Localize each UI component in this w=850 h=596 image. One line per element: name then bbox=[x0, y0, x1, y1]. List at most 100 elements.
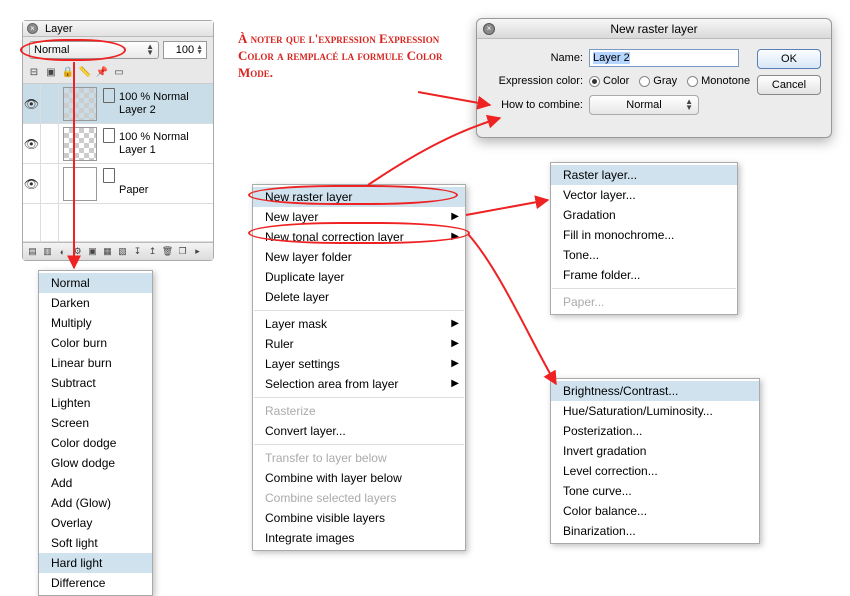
layer-panel: × Layer Normal ▲▼ 100 ▲▼ ⊟ ▣ 🔒 📏 📌 ▭ 👁 1… bbox=[22, 20, 214, 261]
menu-item[interactable]: New layer folder bbox=[253, 247, 465, 267]
eye-icon[interactable]: 👁 bbox=[23, 164, 41, 203]
cancel-button[interactable]: Cancel bbox=[757, 75, 821, 95]
submenu-item[interactable]: Binarization... bbox=[551, 521, 759, 541]
submenu-item[interactable]: Invert gradation bbox=[551, 441, 759, 461]
menu-item[interactable]: Duplicate layer bbox=[253, 267, 465, 287]
transfer-icon[interactable]: ↧ bbox=[131, 245, 144, 258]
bucket-icon[interactable]: ▣ bbox=[44, 65, 58, 79]
blend-mode-item[interactable]: Multiply bbox=[39, 313, 152, 333]
eye-icon[interactable]: 👁 bbox=[23, 124, 41, 163]
blend-mode-item[interactable]: Hard light bbox=[39, 553, 152, 573]
layer-extra-col[interactable] bbox=[41, 164, 59, 203]
ruler-icon[interactable]: 📏 bbox=[78, 65, 92, 79]
opacity-field[interactable]: 100 ▲▼ bbox=[163, 41, 207, 59]
name-field[interactable]: Layer 2 bbox=[589, 49, 739, 67]
blend-mode-select[interactable]: Normal ▲▼ bbox=[29, 41, 159, 59]
lock-icon[interactable]: 🔒 bbox=[61, 65, 75, 79]
clip-icon[interactable]: ⊟ bbox=[27, 65, 41, 79]
submenu-item[interactable]: Gradation bbox=[551, 205, 737, 225]
name-label: Name: bbox=[487, 52, 583, 64]
blend-mode-item[interactable]: Lighten bbox=[39, 393, 152, 413]
panel-title-bar[interactable]: × Layer bbox=[23, 21, 213, 37]
menu-item[interactable]: Delete layer bbox=[253, 287, 465, 307]
blend-mode-item[interactable]: Screen bbox=[39, 413, 152, 433]
page-icon[interactable]: ▭ bbox=[112, 65, 126, 79]
chevron-right-icon: ▶ bbox=[451, 358, 459, 369]
layer-label: Paper bbox=[119, 171, 148, 197]
submenu-item[interactable]: Tone curve... bbox=[551, 481, 759, 501]
blend-mode-item[interactable]: Soft light bbox=[39, 533, 152, 553]
menu-item[interactable]: Convert layer... bbox=[253, 421, 465, 441]
submenu-item[interactable]: Level correction... bbox=[551, 461, 759, 481]
blend-mode-item[interactable]: Color burn bbox=[39, 333, 152, 353]
radio-icon bbox=[687, 76, 698, 87]
menu-item[interactable]: Transfer to layer below bbox=[253, 448, 465, 468]
blend-mode-item[interactable]: Difference bbox=[39, 573, 152, 593]
blend-mode-item[interactable]: Darken bbox=[39, 293, 152, 313]
blend-mode-item[interactable]: Normal bbox=[39, 273, 152, 293]
submenu-item[interactable]: Tone... bbox=[551, 245, 737, 265]
blend-mode-item[interactable]: Add (Glow) bbox=[39, 493, 152, 513]
blend-mode-item[interactable]: Glow dodge bbox=[39, 453, 152, 473]
ruler2-icon[interactable]: ▦ bbox=[101, 245, 114, 258]
layer-thumbnail[interactable] bbox=[63, 167, 97, 201]
submenu-item[interactable]: Color balance... bbox=[551, 501, 759, 521]
blend-mode-item[interactable]: Linear burn bbox=[39, 353, 152, 373]
layer-extra-col[interactable] bbox=[41, 124, 59, 163]
blend-mode-item[interactable]: Overlay bbox=[39, 513, 152, 533]
menu-item[interactable]: Combine with layer below bbox=[253, 468, 465, 488]
submenu-item[interactable]: Fill in monochrome... bbox=[551, 225, 737, 245]
close-icon[interactable]: × bbox=[27, 23, 38, 34]
menu-item[interactable]: New tonal correction layer▶ bbox=[253, 227, 465, 247]
layer-thumbnail[interactable] bbox=[63, 87, 97, 121]
blend-mode-item[interactable]: Color dodge bbox=[39, 433, 152, 453]
layer-thumbnail[interactable] bbox=[63, 127, 97, 161]
submenu-item[interactable]: Frame folder... bbox=[551, 265, 737, 285]
fx-icon[interactable]: ⚙ bbox=[71, 245, 84, 258]
layer-label: 100 % Normal Layer 1 bbox=[119, 131, 189, 157]
merge-icon[interactable]: ↥ bbox=[146, 245, 159, 258]
layer-extra-col[interactable] bbox=[41, 84, 59, 123]
adj-icon[interactable]: ◐ bbox=[56, 245, 69, 258]
dup-icon[interactable]: ❐ bbox=[176, 245, 189, 258]
layer-row[interactable]: 👁 100 % Normal Layer 2 bbox=[23, 84, 213, 124]
radio-icon bbox=[589, 76, 600, 87]
menu-item[interactable]: Rasterize bbox=[253, 401, 465, 421]
menu-item[interactable]: Layer settings▶ bbox=[253, 354, 465, 374]
layer-row[interactable]: 👁 100 % Normal Layer 1 bbox=[23, 124, 213, 164]
radio-color[interactable]: Color bbox=[589, 75, 629, 87]
menu-item[interactable]: New raster layer bbox=[253, 187, 465, 207]
menu-item[interactable]: Ruler▶ bbox=[253, 334, 465, 354]
menu-item[interactable]: Selection area from layer▶ bbox=[253, 374, 465, 394]
radio-monotone[interactable]: Monotone bbox=[687, 75, 750, 87]
mask-icon[interactable]: ▣ bbox=[86, 245, 99, 258]
menu-item[interactable]: Layer mask▶ bbox=[253, 314, 465, 334]
menu-item[interactable]: Integrate images bbox=[253, 528, 465, 548]
submenu-item[interactable]: Brightness/Contrast... bbox=[551, 381, 759, 401]
submenu-item[interactable]: Vector layer... bbox=[551, 185, 737, 205]
submenu-item[interactable]: Paper... bbox=[551, 292, 737, 312]
more-icon[interactable]: ▸ bbox=[191, 245, 204, 258]
new-folder-icon[interactable]: ▥ bbox=[41, 245, 54, 258]
combine-select[interactable]: Normal ▲▼ bbox=[589, 95, 699, 115]
camera-icon[interactable]: ▧ bbox=[116, 245, 129, 258]
menu-item[interactable]: New layer▶ bbox=[253, 207, 465, 227]
blend-mode-item[interactable]: Subtract bbox=[39, 373, 152, 393]
blend-mode-item[interactable]: Add bbox=[39, 473, 152, 493]
eye-icon[interactable]: 👁 bbox=[23, 84, 41, 123]
submenu-item[interactable]: Raster layer... bbox=[551, 165, 737, 185]
new-layer-icon[interactable]: ▤ bbox=[26, 245, 39, 258]
dialog-title-bar[interactable]: × New raster layer bbox=[477, 19, 831, 39]
layer-label: 100 % Normal Layer 2 bbox=[119, 91, 189, 117]
menu-item[interactable]: Combine visible layers bbox=[253, 508, 465, 528]
close-icon[interactable]: × bbox=[483, 23, 495, 35]
radio-gray[interactable]: Gray bbox=[639, 75, 677, 87]
layer-row[interactable]: 👁 Paper bbox=[23, 164, 213, 204]
submenu-item[interactable]: Hue/Saturation/Luminosity... bbox=[551, 401, 759, 421]
ok-button[interactable]: OK bbox=[757, 49, 821, 69]
submenu-item[interactable]: Posterization... bbox=[551, 421, 759, 441]
pin-icon[interactable]: 📌 bbox=[95, 65, 109, 79]
menu-item[interactable]: Combine selected layers bbox=[253, 488, 465, 508]
stepper-icon[interactable]: ▲▼ bbox=[196, 45, 203, 55]
trash-icon[interactable]: 🗑 bbox=[161, 245, 174, 258]
